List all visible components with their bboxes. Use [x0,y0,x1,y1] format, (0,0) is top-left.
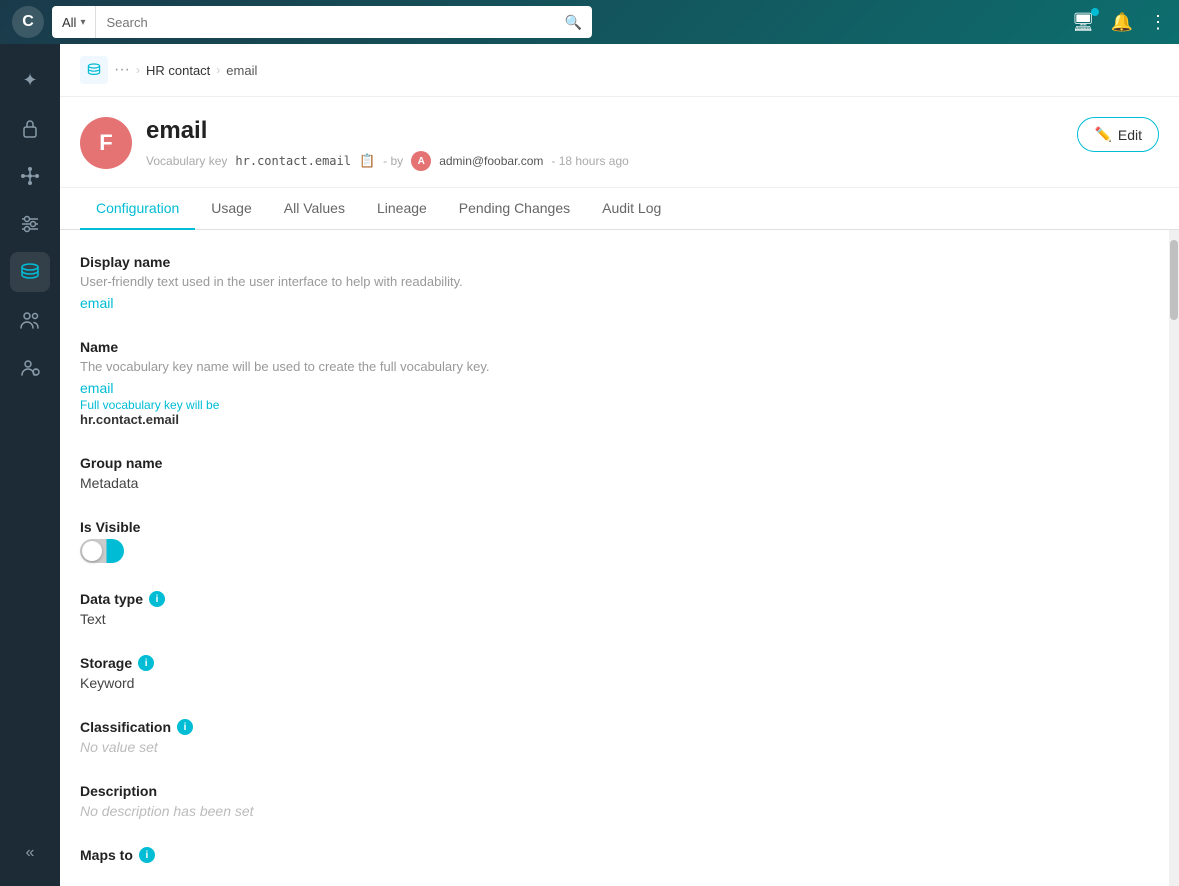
sidebar: ✦ « [0,44,60,886]
main-layout: ✦ « ··· › HR contact › [0,44,1179,886]
breadcrumb-current: email [226,63,257,78]
tab-all-values[interactable]: All Values [268,188,361,230]
is-visible-toggle[interactable] [80,539,124,563]
tab-pending-changes[interactable]: Pending Changes [443,188,586,230]
sidebar-expand-button[interactable]: « [18,836,43,870]
display-name-value: email [80,295,1149,311]
classification-value: No value set [80,739,1149,755]
vocab-key-hint: Full vocabulary key will be hr.contact.e… [80,398,1149,427]
sidebar-item-person-settings[interactable] [10,348,50,388]
more-options-icon[interactable]: ⋮ [1149,12,1167,33]
sidebar-item-sliders[interactable] [10,204,50,244]
search-input[interactable] [96,6,554,38]
config-group-name: Group name Metadata [80,455,1149,491]
sidebar-item-compass[interactable]: ✦ [10,60,50,100]
monitor-icon[interactable]: 🖥 [1072,12,1095,33]
edit-button[interactable]: ✏️ Edit [1077,117,1159,152]
sidebar-item-network[interactable] [10,156,50,196]
config-description: Description No description has been set [80,783,1149,819]
breadcrumb-sep-1: › [136,63,140,77]
sidebar-item-people[interactable] [10,300,50,340]
bell-icon[interactable]: 🔔 [1111,12,1133,33]
page-header: F email Vocabulary key hr.contact.email … [60,97,1179,188]
storage-info-icon[interactable]: i [138,655,154,671]
config-maps-to: Maps to i [80,847,1149,863]
page-title: email [146,117,1077,145]
maps-to-info-icon[interactable]: i [139,847,155,863]
breadcrumb-db-icon [80,56,108,84]
tab-audit-log[interactable]: Audit Log [586,188,677,230]
config-data-type: Data type i Text [80,591,1149,627]
filter-chevron-icon: ▾ [80,17,85,28]
maps-to-label: Maps to i [80,847,1149,863]
author-email: admin@foobar.com [439,154,543,168]
page-meta: Vocabulary key hr.contact.email 📋 - by A… [146,151,1077,171]
search-icon[interactable]: 🔍 [555,14,592,31]
breadcrumb: ··· › HR contact › email [60,44,1179,97]
classification-label: Classification i [80,719,1149,735]
data-type-label: Data type i [80,591,1149,607]
by-label: - by [383,154,403,168]
config-name: Name The vocabulary key name will be use… [80,339,1149,427]
tab-configuration[interactable]: Configuration [80,188,195,230]
tab-usage[interactable]: Usage [195,188,267,230]
author-avatar: A [411,151,431,171]
group-name-value: Metadata [80,475,1149,491]
edit-icon: ✏️ [1094,126,1111,143]
classification-info-icon[interactable]: i [177,719,193,735]
name-value: email [80,380,1149,396]
sidebar-item-lock[interactable] [10,108,50,148]
display-name-label: Display name [80,254,1149,270]
name-desc: The vocabulary key name will be used to … [80,359,1149,374]
storage-value: Keyword [80,675,1149,691]
top-nav-actions: 🖥 🔔 ⋮ [1072,12,1167,33]
toggle-knob [82,541,102,561]
top-navigation: C All ▾ 🔍 🖥 🔔 ⋮ [0,0,1179,44]
time-ago: - 18 hours ago [551,154,628,168]
breadcrumb-dots[interactable]: ··· [114,61,130,79]
notification-badge [1091,8,1099,16]
config-classification: Classification i No value set [80,719,1149,755]
page-header-info: email Vocabulary key hr.contact.email 📋 … [146,117,1077,171]
config-content: Display name User-friendly text used in … [60,230,1169,886]
description-label: Description [80,783,1149,799]
storage-label: Storage i [80,655,1149,671]
content-area: ··· › HR contact › email F email Vocabul… [60,44,1179,886]
display-name-desc: User-friendly text used in the user inte… [80,274,1149,289]
config-is-visible: Is Visible [80,519,1149,563]
scrollbar-thumb[interactable] [1170,240,1178,320]
config-storage: Storage i Keyword [80,655,1149,691]
data-type-info-icon[interactable]: i [149,591,165,607]
search-filter-dropdown[interactable]: All ▾ [52,6,96,38]
group-name-label: Group name [80,455,1149,471]
tab-lineage[interactable]: Lineage [361,188,443,230]
copy-icon[interactable]: 📋 [359,153,375,169]
data-type-value: Text [80,611,1149,627]
scrollbar[interactable] [1169,230,1179,886]
search-container: All ▾ 🔍 [52,6,592,38]
avatar: F [80,117,132,169]
name-label: Name [80,339,1149,355]
vocab-key-label: Vocabulary key [146,154,227,168]
toggle-wrap [80,539,1149,563]
breadcrumb-parent-link[interactable]: HR contact [146,63,210,78]
config-display-name: Display name User-friendly text used in … [80,254,1149,311]
breadcrumb-sep-2: › [216,63,220,77]
is-visible-label: Is Visible [80,519,1149,535]
vocab-key-value: hr.contact.email [235,154,351,168]
app-logo[interactable]: C [12,6,44,38]
sidebar-item-database[interactable] [10,252,50,292]
tabs-bar: Configuration Usage All Values Lineage P… [60,188,1179,230]
description-value: No description has been set [80,803,1149,819]
